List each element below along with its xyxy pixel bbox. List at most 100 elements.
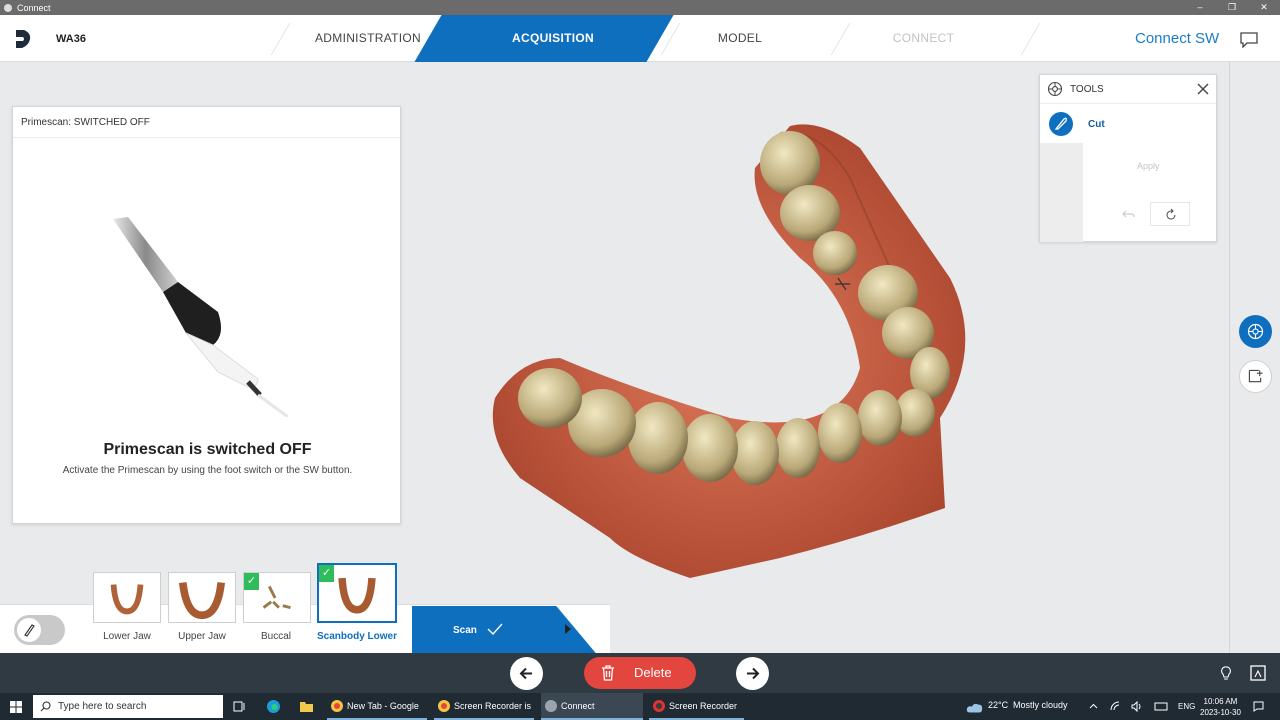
reset-button[interactable] xyxy=(1150,202,1190,226)
taskbar-search-box[interactable]: Type here to search xyxy=(33,695,223,718)
tools-panel-header: TOOLS xyxy=(1040,75,1216,104)
close-window-button[interactable]: ✕ xyxy=(1248,0,1280,15)
expand-arrow-icon[interactable] xyxy=(563,622,573,636)
upper-jaw-thumbnail xyxy=(178,582,226,620)
catalog-thumb-lower-jaw[interactable] xyxy=(93,572,161,623)
apply-button[interactable]: Apply xyxy=(1137,161,1160,171)
keyboard-icon[interactable] xyxy=(1154,701,1168,712)
workstation-id: WA36 xyxy=(56,33,86,45)
screen-capture-icon[interactable] xyxy=(1249,664,1267,682)
trash-icon xyxy=(602,665,614,681)
cloud-icon xyxy=(966,703,983,713)
clock-date: 2023-10-30 xyxy=(1200,708,1241,717)
delete-button[interactable]: Delete xyxy=(584,657,696,689)
lower-jaw-3d-model[interactable] xyxy=(480,118,1000,588)
taskbar-app-chrome-recorder[interactable]: Screen Recorder is ... xyxy=(434,693,534,720)
window-title: Connect xyxy=(17,2,51,13)
catalog-label-lower-jaw: Lower Jaw xyxy=(103,631,151,642)
window-controls: – ❐ ✕ xyxy=(1184,0,1280,15)
workflow-steps: ADMINISTRATION ACQUISITION MODEL CONNECT xyxy=(250,15,1050,62)
catalog-label-upper-jaw: Upper Jaw xyxy=(178,631,226,642)
weather-description[interactable]: Mostly cloudy xyxy=(1013,700,1068,710)
undo-icon[interactable] xyxy=(1122,208,1136,220)
window-titlebar: Connect – ❐ ✕ xyxy=(0,0,1280,15)
scan-button-label: Scan xyxy=(453,625,477,636)
tools-icon xyxy=(1247,323,1264,340)
chrome-icon xyxy=(331,700,343,712)
step-acquisition[interactable]: ACQUISITION xyxy=(476,15,630,62)
scan-mode-toggle[interactable] xyxy=(14,615,65,645)
check-icon xyxy=(487,623,503,636)
connect-sw-link[interactable]: Connect SW xyxy=(1135,30,1219,47)
app-header: WA36 ADMINISTRATION ACQUISITION MODEL CO… xyxy=(0,15,1280,62)
right-panel-divider xyxy=(1229,62,1230,652)
scanner-status-header: Primescan: SWITCHED OFF xyxy=(13,107,400,138)
arrow-left-icon xyxy=(519,667,532,680)
scanner-status-panel: Primescan: SWITCHED OFF Primescan is swi… xyxy=(12,106,401,524)
file-explorer-icon[interactable] xyxy=(299,699,314,714)
weather-temperature[interactable]: 22°C xyxy=(988,700,1008,710)
add-frame-icon xyxy=(1248,369,1263,383)
delete-button-label: Delete xyxy=(634,665,672,680)
next-button[interactable] xyxy=(736,657,769,690)
scalpel-icon xyxy=(1054,117,1067,130)
toggle-knob xyxy=(17,618,41,642)
previous-button[interactable] xyxy=(510,657,543,690)
clock-time: 10:06 AM xyxy=(1203,697,1238,706)
cut-tool-button[interactable] xyxy=(1049,112,1073,136)
taskbar-app-connect[interactable]: Connect xyxy=(541,693,643,720)
checkmark-icon: ✓ xyxy=(244,573,259,590)
tools-title: TOOLS xyxy=(1070,83,1104,95)
wifi-icon[interactable] xyxy=(1110,701,1121,712)
restore-button[interactable]: ❐ xyxy=(1216,0,1248,15)
scanner-status-subtitle: Activate the Primescan by using the foot… xyxy=(62,465,353,476)
step-divider xyxy=(830,23,851,55)
lightbulb-icon[interactable] xyxy=(1219,664,1233,682)
checkmark-icon: ✓ xyxy=(319,565,334,582)
scan-button[interactable] xyxy=(412,606,552,653)
step-divider xyxy=(1020,23,1041,55)
dentsply-logo xyxy=(16,30,31,48)
chevron-up-icon[interactable] xyxy=(1088,701,1099,712)
notifications-icon[interactable] xyxy=(1253,701,1264,712)
edge-browser-icon[interactable] xyxy=(266,699,281,714)
scanner-status-title: Primescan is switched OFF xyxy=(103,441,312,458)
teeth xyxy=(518,131,950,485)
tools-panel: TOOLS Cut Apply xyxy=(1039,74,1217,242)
taskbar-app-screen-recorder[interactable]: Screen Recorder xyxy=(649,693,744,720)
tools-sidebar xyxy=(1040,143,1083,242)
step-administration[interactable]: ADMINISTRATION xyxy=(300,15,436,62)
minimize-button[interactable]: – xyxy=(1184,0,1216,15)
volume-icon[interactable] xyxy=(1131,701,1142,712)
tools-toggle-button[interactable] xyxy=(1239,315,1272,348)
catalog-thumb-buccal[interactable]: ✓ xyxy=(243,572,311,623)
catalog-thumb-upper-jaw[interactable] xyxy=(168,572,236,623)
catalog-label-buccal: Buccal xyxy=(260,631,291,642)
close-icon[interactable] xyxy=(1196,82,1210,96)
step-connect: CONNECT xyxy=(892,31,955,45)
chat-icon[interactable] xyxy=(1240,32,1258,48)
primescan-device-image xyxy=(113,217,289,417)
step-model[interactable]: MODEL xyxy=(690,15,790,62)
connect-app-icon xyxy=(545,700,557,712)
tools-icon xyxy=(1047,81,1063,97)
cut-tool-label: Cut xyxy=(1088,119,1105,130)
task-view-icon[interactable] xyxy=(232,699,247,714)
lower-jaw-thumbnail xyxy=(110,584,144,615)
taskbar-app-chrome-newtab[interactable]: New Tab - Google ... xyxy=(327,693,427,720)
windows-start-icon[interactable] xyxy=(10,701,22,713)
chrome-icon xyxy=(438,700,450,712)
windows-taskbar: Type here to search New Tab - Google ...… xyxy=(0,693,1280,720)
step-divider xyxy=(270,23,291,55)
catalog-thumb-scanbody-lower[interactable]: ✓ xyxy=(317,563,397,623)
reset-icon xyxy=(1166,208,1176,220)
taskbar-app-label: Screen Recorder xyxy=(669,701,738,711)
app-icon xyxy=(4,3,12,12)
catalog-label-scanbody-lower: Scanbody Lower xyxy=(316,631,397,642)
pen-icon xyxy=(24,624,35,637)
search-icon xyxy=(40,701,51,712)
system-clock[interactable]: 10:06 AM 2023-10-30 xyxy=(1200,696,1241,718)
input-language[interactable]: ENG xyxy=(1178,702,1195,711)
add-view-button[interactable] xyxy=(1239,360,1272,393)
screen-recorder-icon xyxy=(653,700,665,712)
